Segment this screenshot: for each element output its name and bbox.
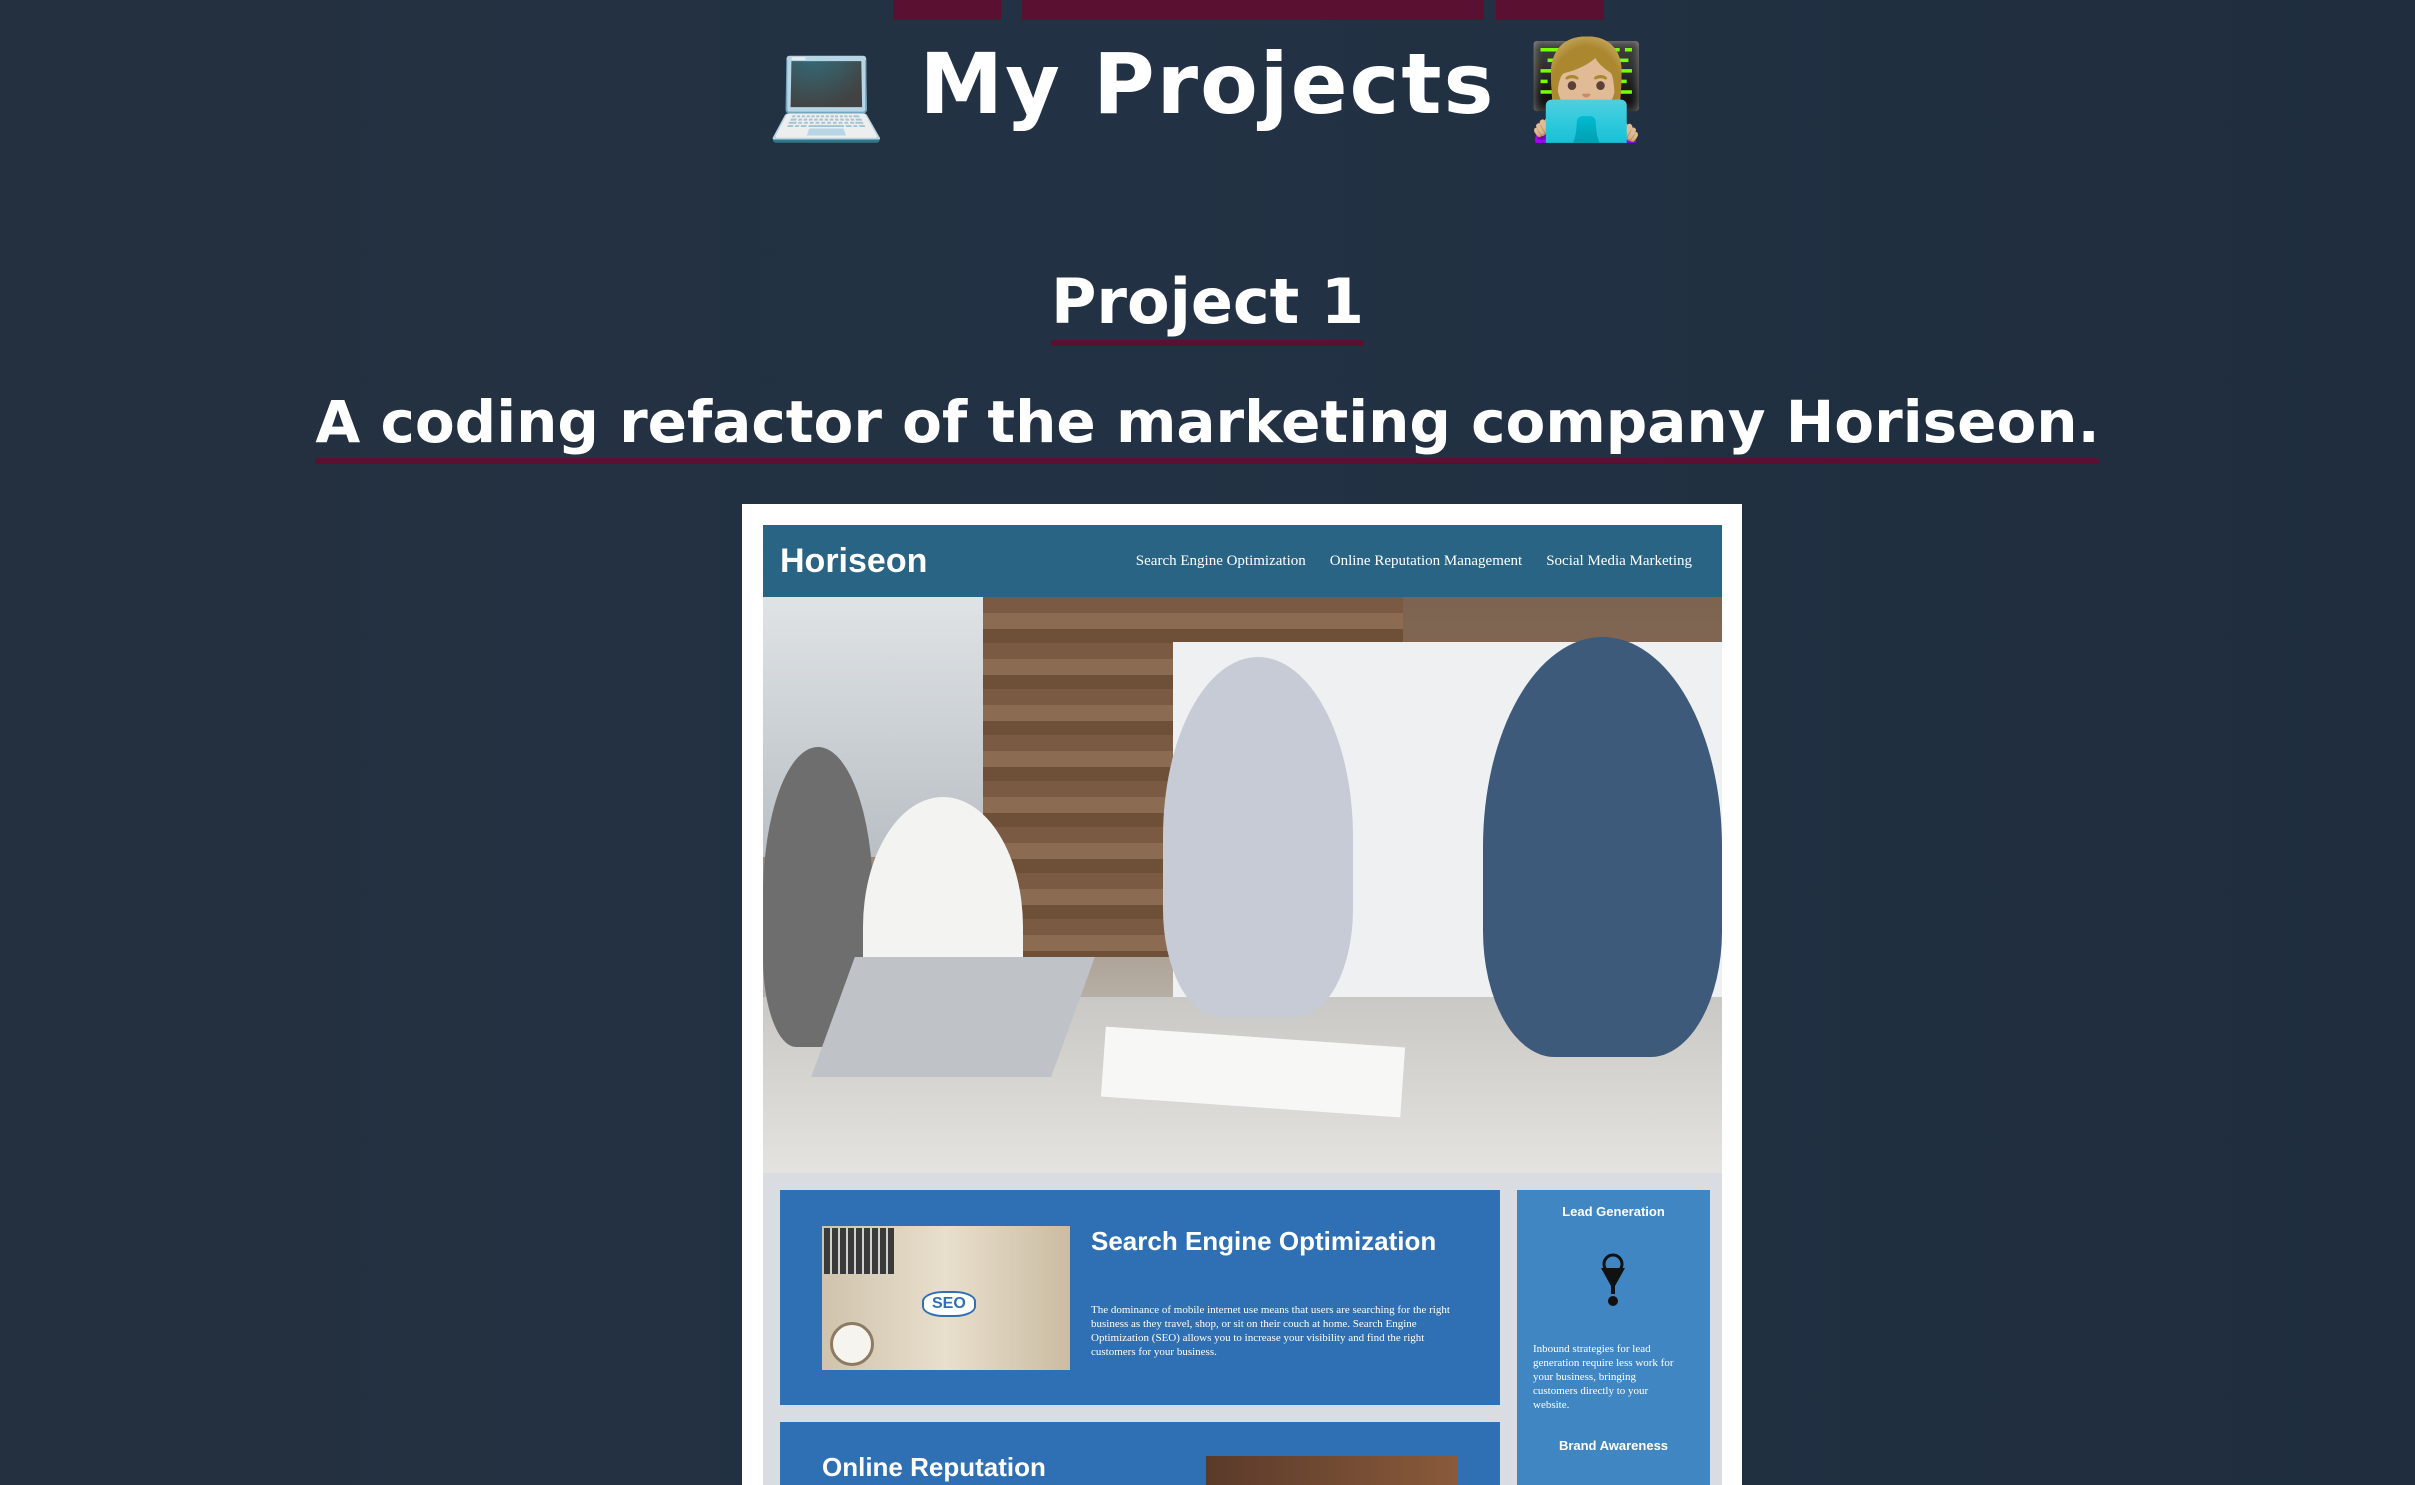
horiseon-site-preview: Horiseon Search Engine Optimization Onli… [763,525,1722,1485]
benefits-sidebar: Lead Generation Inbound strategies for l… [1517,1190,1710,1485]
accent-bar [1496,0,1604,20]
seo-thumbnail: SEO [822,1226,1070,1370]
keyboard-icon [824,1228,894,1274]
nav-link-orm[interactable]: Online Reputation Management [1330,553,1522,570]
project-description: A coding refactor of the marketing compa… [0,382,2415,464]
accent-bar [893,0,1001,20]
nav-link-seo[interactable]: Search Engine Optimization [1136,553,1306,570]
hero-laptop [811,957,1095,1077]
coffee-cup-icon [830,1322,874,1366]
seo-badge: SEO [922,1291,976,1317]
hero-image [763,597,1722,1173]
orm-card: Online Reputation [780,1422,1500,1485]
seo-card: SEO Search Engine Optimization The domin… [780,1190,1500,1405]
nav-link-smm[interactable]: Social Media Marketing [1546,553,1692,570]
project-heading-text: Project 1 [1050,265,1365,346]
lead-generation-icon [1601,1253,1625,1306]
project-screenshot[interactable]: Horiseon Search Engine Optimization Onli… [742,504,1742,1485]
page-title-text: My Projects [919,35,1496,133]
hero-person [1163,657,1353,1017]
lead-generation-title: Lead Generation [1562,1204,1665,1219]
site-nav: Search Engine Optimization Online Reputa… [1136,553,1692,570]
site-header: Horiseon Search Engine Optimization Onli… [763,525,1722,597]
laptop-icon: 💻 [766,34,889,147]
seo-card-body: The dominance of mobile internet use mea… [1091,1304,1450,1358]
top-accent-bars [0,0,2415,20]
woman-technologist-icon: 👩🏼‍💻 [1526,34,1649,147]
seo-card-title: Search Engine Optimization [1091,1226,1437,1256]
accent-bar [1022,0,1484,20]
page-title: 💻 My Projects 👩🏼‍💻 [0,24,2415,150]
lead-generation-body: Inbound strategies for lead generation r… [1533,1343,1674,1411]
project-description-text: A coding refactor of the marketing compa… [315,388,2100,464]
orm-thumbnail [1206,1456,1458,1485]
site-logo: Horiseon [780,541,928,580]
project-heading: Project 1 [0,262,2415,346]
hero-person [1483,637,1722,1057]
orm-card-title: Online Reputation [822,1452,1046,1482]
brand-awareness-title: Brand Awareness [1558,1438,1669,1453]
